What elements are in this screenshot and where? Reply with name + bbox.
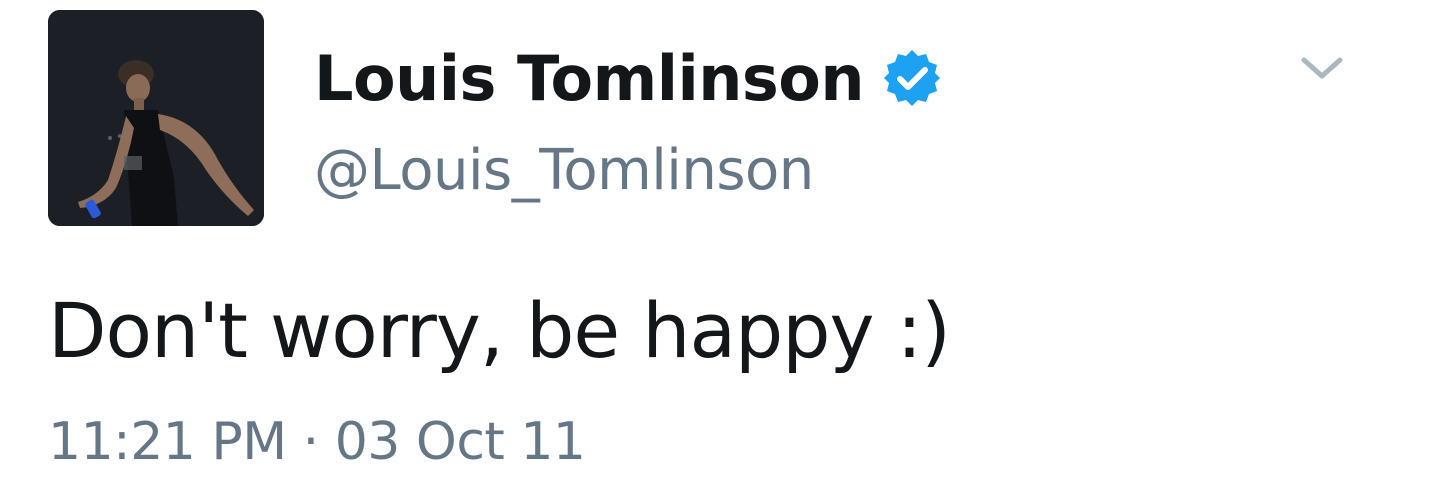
name-row: Louis Tomlinson xyxy=(314,38,942,118)
avatar-image xyxy=(48,10,264,226)
verified-badge-icon xyxy=(882,48,942,108)
tweet-card: Louis Tomlinson @Louis_Tomlinson Don't w… xyxy=(0,0,1440,480)
profile-avatar[interactable] xyxy=(48,10,264,226)
tweet-text: Don't worry, be happy :) xyxy=(48,286,951,375)
user-handle[interactable]: @Louis_Tomlinson xyxy=(314,138,814,203)
chevron-down-icon[interactable] xyxy=(1298,52,1346,84)
display-name[interactable]: Louis Tomlinson xyxy=(314,42,865,115)
tweet-timestamp[interactable]: 11:21 PM · 03 Oct 11 xyxy=(48,412,586,472)
